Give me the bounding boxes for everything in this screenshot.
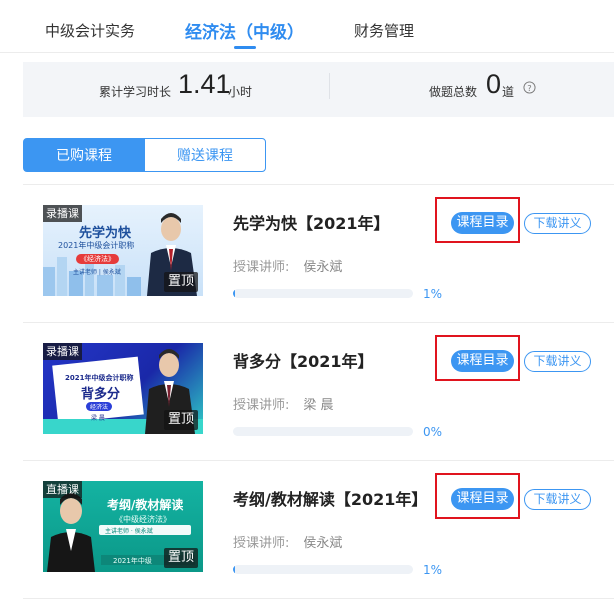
- download-notes-button[interactable]: 下载讲义: [524, 213, 591, 234]
- course-catalog-button[interactable]: 课程目录: [451, 488, 514, 510]
- progress-percent: 1%: [423, 563, 443, 577]
- question-count-value: 0: [486, 69, 502, 99]
- course-item: 2021年中级会计职称 背多分 经济法 梁 晨 录播课 置顶 背多分【2021年…: [0, 323, 614, 461]
- course-catalog-button[interactable]: 课程目录: [451, 350, 514, 372]
- thumb-footer: 2021年中级: [113, 557, 152, 565]
- pin-button[interactable]: 置顶: [163, 410, 198, 430]
- progress-fill: [233, 289, 235, 298]
- question-count-label: 做题总数: [429, 85, 478, 99]
- course-type-tag: 录播课: [43, 343, 82, 360]
- divider: [23, 598, 614, 599]
- thumb-book-tag: 《经济法》: [76, 254, 119, 264]
- thumb-teacher: 主讲老师 | 侯永斌: [73, 269, 121, 276]
- pin-button[interactable]: 置顶: [163, 272, 198, 292]
- course-type-tag: 录播课: [43, 205, 82, 222]
- course-thumbnail[interactable]: 先学为快 2021年中级会计职称 《经济法》 主讲老师 | 侯永斌 录播课 置顶: [43, 205, 203, 296]
- thumb-headline: 先学为快: [79, 226, 132, 241]
- study-time-label: 累计学习时长: [99, 85, 172, 99]
- study-time-value: 1.41: [178, 69, 231, 99]
- progress-percent: 1%: [423, 287, 443, 301]
- pin-button[interactable]: 置顶: [163, 548, 198, 568]
- course-teacher: 授课讲师: 梁 晨: [233, 394, 334, 413]
- progress-fill: [233, 565, 235, 574]
- course-catalog-button[interactable]: 课程目录: [451, 212, 514, 234]
- thumb-subtitle: 2021年中级会计职称: [58, 241, 135, 250]
- progress-bar: [233, 565, 413, 574]
- course-thumbnail[interactable]: 考纲/教材解读 《中级经济法》 主讲老师 · 侯永斌 2021年中级 直播课 置…: [43, 481, 203, 572]
- teacher-name: 梁 晨: [303, 398, 334, 413]
- course-title[interactable]: 考纲/教材解读【2021年】: [233, 486, 427, 510]
- thumb-headline: 考纲/教材解读: [107, 498, 184, 512]
- course-title[interactable]: 先学为快【2021年】: [233, 210, 390, 234]
- teacher-label: 授课讲师:: [233, 398, 290, 413]
- thumb-subtitle: 2021年中级会计职称: [65, 374, 134, 382]
- stats-divider: [329, 73, 330, 99]
- tab-economic-law[interactable]: 经济法（中级）: [185, 18, 304, 43]
- download-notes-button[interactable]: 下载讲义: [524, 489, 591, 510]
- study-stats-bar: 累计学习时长 1.41 小时 做题总数 0 道 ?: [23, 62, 614, 117]
- progress-bar: [233, 427, 413, 436]
- progress-bar: [233, 289, 413, 298]
- teacher-name: 侯永斌: [303, 260, 343, 275]
- course-teacher: 授课讲师: 侯永斌: [233, 532, 342, 551]
- course-type-tag: 直播课: [43, 481, 82, 498]
- course-teacher: 授课讲师: 侯永斌: [233, 256, 342, 275]
- svg-text:?: ?: [527, 83, 531, 93]
- teacher-label: 授课讲师:: [233, 536, 290, 551]
- tab-intermediate-accounting[interactable]: 中级会计实务: [45, 20, 135, 41]
- help-icon[interactable]: ?: [523, 81, 536, 94]
- study-time-unit: 小时: [228, 85, 253, 99]
- subject-tabs: 中级会计实务 经济法（中级） 财务管理: [0, 0, 614, 53]
- thumb-headline: 背多分: [81, 387, 121, 402]
- tab-financial-management[interactable]: 财务管理: [354, 20, 414, 41]
- question-count-unit: 道: [502, 85, 515, 99]
- course-thumbnail[interactable]: 2021年中级会计职称 背多分 经济法 梁 晨 录播课 置顶: [43, 343, 203, 434]
- course-title[interactable]: 背多分【2021年】: [233, 348, 374, 372]
- course-item: 考纲/教材解读 《中级经济法》 主讲老师 · 侯永斌 2021年中级 直播课 置…: [0, 461, 614, 599]
- thumb-book-tag: 经济法: [86, 402, 113, 411]
- thumb-teacher: 主讲老师 · 侯永斌: [105, 528, 153, 535]
- download-notes-button[interactable]: 下载讲义: [524, 351, 591, 372]
- tab-purchased-courses[interactable]: 已购课程: [23, 138, 145, 172]
- teacher-name: 侯永斌: [303, 536, 343, 551]
- thumb-teacher: 梁 晨: [91, 415, 105, 422]
- tab-gifted-courses[interactable]: 赠送课程: [144, 138, 266, 172]
- teacher-label: 授课讲师:: [233, 260, 290, 275]
- progress-percent: 0%: [423, 425, 443, 439]
- active-tab-indicator: [234, 46, 256, 49]
- thumb-subtitle: 《中级经济法》: [115, 515, 171, 524]
- course-item: 先学为快 2021年中级会计职称 《经济法》 主讲老师 | 侯永斌 录播课 置顶…: [0, 185, 614, 323]
